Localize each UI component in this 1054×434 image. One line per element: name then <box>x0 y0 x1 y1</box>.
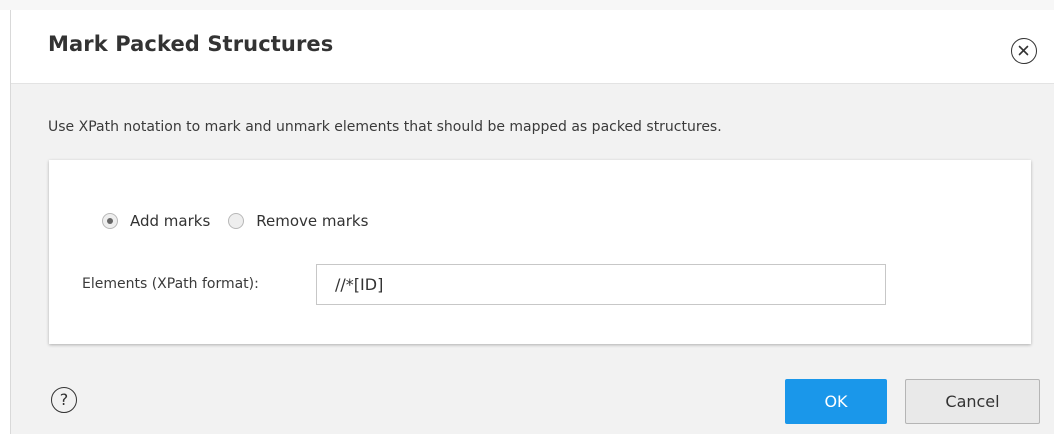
radio-add-marks[interactable]: Add marks <box>102 212 210 230</box>
background-strip <box>0 0 1054 10</box>
help-button[interactable]: ? <box>51 387 77 413</box>
help-icon: ? <box>59 390 69 409</box>
mark-packed-structures-dialog: Mark Packed Structures Use XPath notatio… <box>10 10 1054 434</box>
radio-remove-marks-indicator[interactable] <box>228 213 245 229</box>
mark-mode-radio-group: Add marks Remove marks <box>102 212 386 230</box>
settings-panel: Add marks Remove marks Elements (XPath f… <box>49 160 1031 344</box>
radio-remove-marks[interactable]: Remove marks <box>228 212 368 230</box>
ok-button[interactable]: OK <box>785 379 887 424</box>
radio-remove-marks-label: Remove marks <box>256 212 369 230</box>
close-icon <box>1018 45 1029 56</box>
close-button[interactable] <box>1011 38 1037 64</box>
radio-add-marks-label: Add marks <box>130 212 211 230</box>
radio-add-marks-indicator[interactable] <box>102 213 118 229</box>
cancel-button[interactable]: Cancel <box>905 379 1040 424</box>
dialog-title: Mark Packed Structures <box>48 32 334 56</box>
dialog-header: Mark Packed Structures <box>11 10 1054 84</box>
elements-xpath-input[interactable] <box>316 264 886 305</box>
elements-field-label: Elements (XPath format): <box>82 276 259 292</box>
dialog-description: Use XPath notation to mark and unmark el… <box>48 119 722 135</box>
page: Mark Packed Structures Use XPath notatio… <box>0 0 1054 434</box>
